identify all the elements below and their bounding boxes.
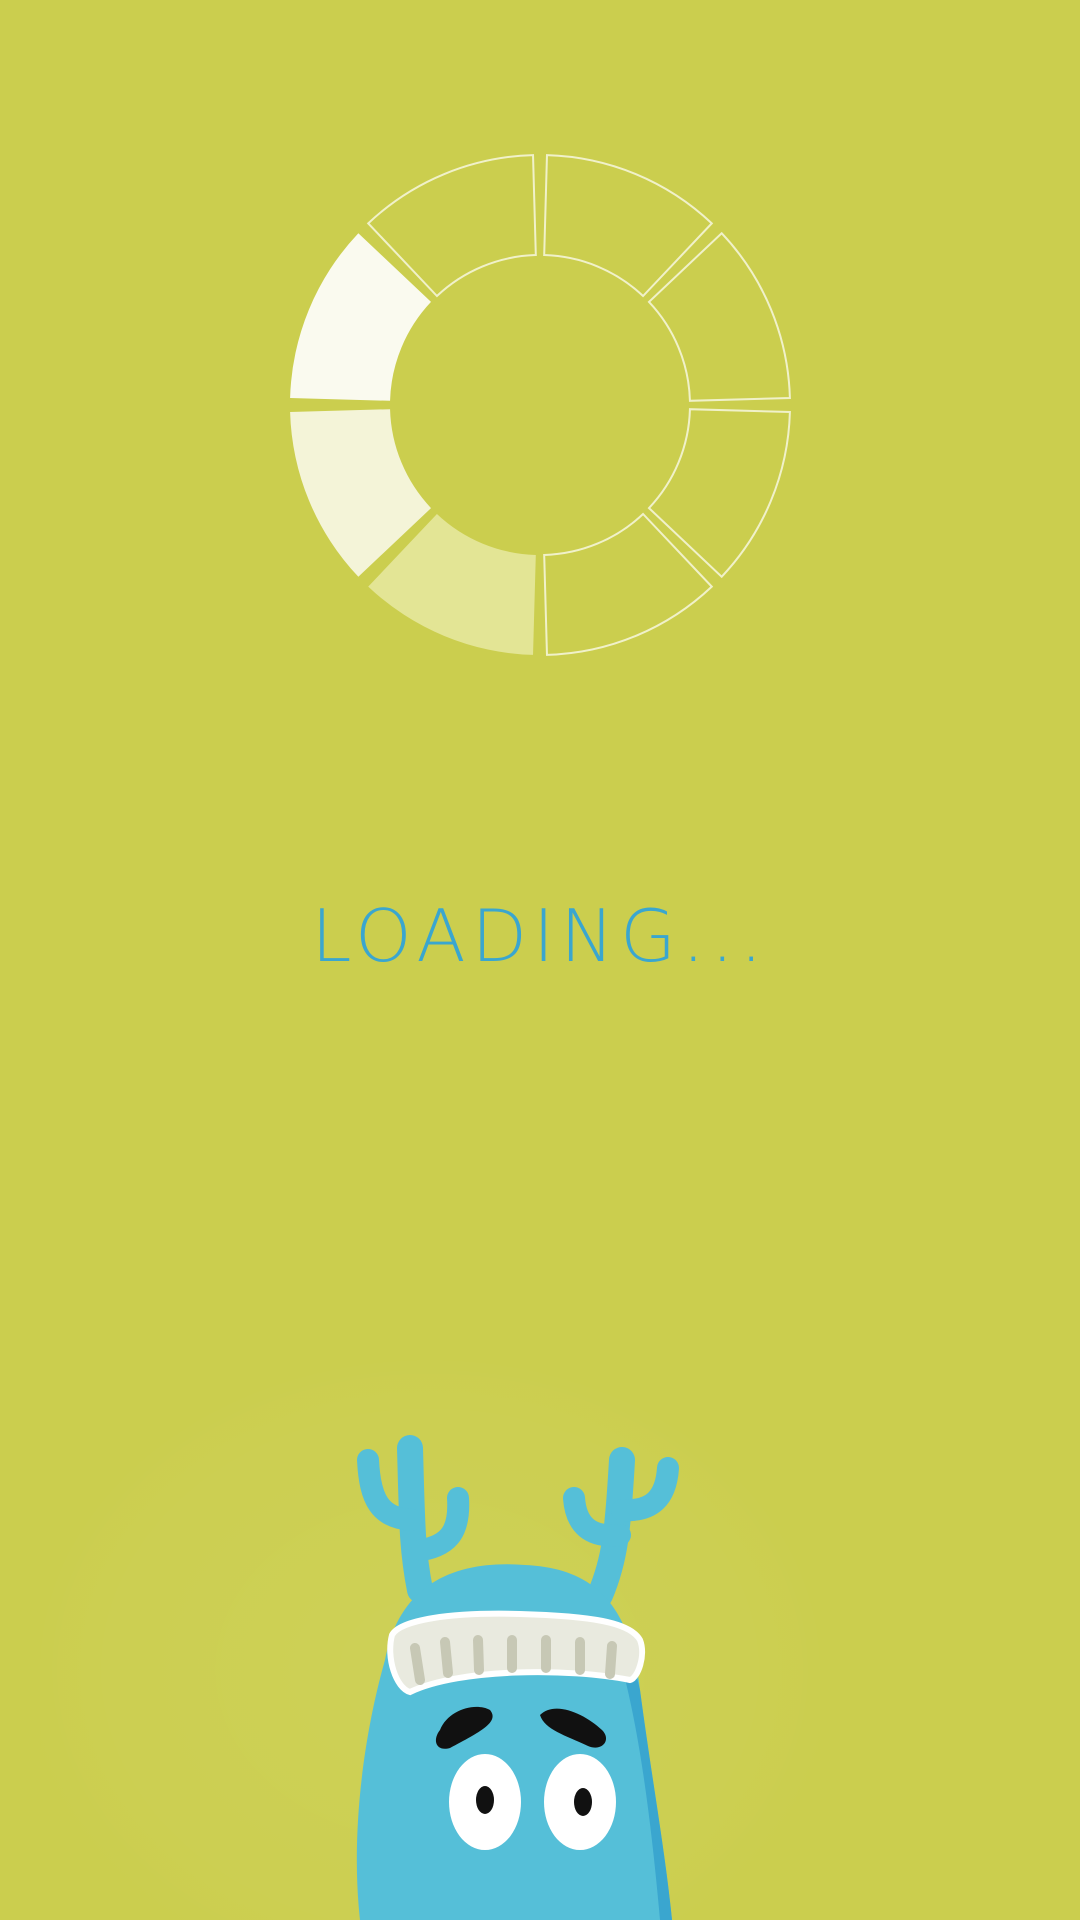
pupil-left	[476, 1786, 494, 1814]
loading-screen: LOADING...	[0, 0, 1080, 1920]
spinner-segment	[543, 512, 714, 656]
pupil-right	[574, 1788, 592, 1816]
spinner-segment	[647, 408, 791, 579]
antler-left	[357, 1435, 470, 1603]
spinner-segment	[543, 154, 714, 298]
antler-right	[563, 1447, 679, 1608]
loading-label: LOADING...	[311, 894, 769, 978]
loading-spinner-icon	[290, 154, 791, 656]
spinner-segment	[290, 233, 432, 401]
monster-mascot-illustration	[356, 1435, 679, 1920]
spinner-segment	[647, 231, 791, 402]
spinner-segments	[290, 154, 791, 656]
